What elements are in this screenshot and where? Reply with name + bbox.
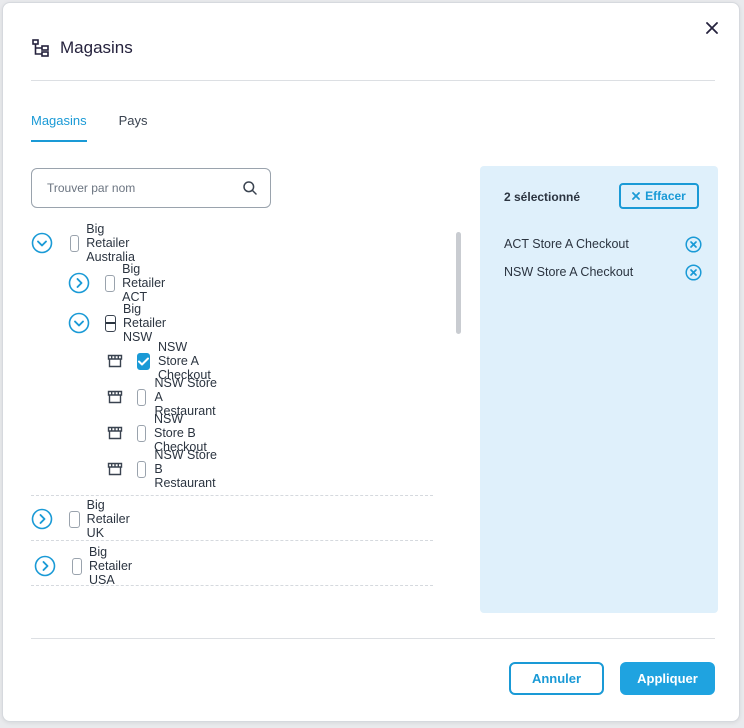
chevron-right-icon[interactable] — [34, 555, 56, 577]
store-icon — [107, 390, 123, 404]
clear-button-label: Effacer — [645, 189, 686, 203]
tree-store-label: NSW Store B Restaurant — [154, 448, 217, 490]
tree-label-uk: Big Retailer UK — [86, 498, 130, 540]
remove-circle-icon[interactable] — [685, 263, 702, 281]
checkbox-act[interactable] — [105, 274, 116, 292]
checkbox-uk[interactable] — [69, 510, 80, 528]
remove-circle-icon[interactable] — [685, 235, 702, 253]
selected-item: NSW Store A Checkout — [504, 262, 702, 282]
tree-node-uk: Big Retailer UK — [31, 498, 136, 540]
tree-divider — [31, 495, 433, 496]
chevron-right-icon[interactable] — [68, 272, 90, 294]
chevron-right-icon[interactable] — [31, 508, 53, 530]
tree-store-row: NSW Store B Checkout — [107, 412, 215, 454]
tab-bar: Magasins Pays — [31, 113, 180, 142]
chevron-down-icon[interactable] — [31, 232, 53, 254]
tree-store-row: NSW Store B Restaurant — [107, 448, 223, 490]
search-icon[interactable] — [242, 180, 258, 196]
tree-label-australia: Big Retailer Australia — [86, 222, 135, 264]
footer-divider — [31, 638, 715, 639]
check-icon — [138, 357, 149, 365]
minus-icon — [106, 322, 115, 324]
selected-item-label: ACT Store A Checkout — [504, 237, 629, 251]
cancel-button[interactable]: Annuler — [509, 662, 604, 695]
tree-label-usa: Big Retailer USA — [89, 545, 133, 587]
clear-button[interactable]: Effacer — [619, 183, 699, 209]
tab-stores[interactable]: Magasins — [31, 113, 87, 142]
tab-countries[interactable]: Pays — [119, 113, 148, 142]
dialog-header: Magasins — [31, 35, 133, 61]
selected-item-label: NSW Store A Checkout — [504, 265, 634, 279]
selection-panel: 2 sélectionné Effacer ACT Store A Checko… — [480, 166, 718, 613]
close-icon — [632, 192, 641, 200]
chevron-down-icon[interactable] — [68, 312, 90, 334]
store-picker-dialog: Magasins Magasins Pays Trouver par nom B… — [2, 2, 740, 722]
tree-divider — [31, 540, 433, 541]
checkbox-store-3[interactable] — [137, 460, 147, 478]
close-icon — [706, 22, 718, 34]
close-button[interactable] — [701, 17, 723, 39]
dialog-title: Magasins — [60, 38, 133, 57]
tree-label-act: Big Retailer ACT — [122, 262, 166, 304]
checkbox-australia[interactable] — [70, 234, 80, 252]
hierarchy-icon — [31, 38, 51, 58]
checkbox-usa[interactable] — [72, 557, 82, 575]
apply-button[interactable]: Appliquer — [620, 662, 715, 695]
checkbox-store-0[interactable] — [137, 352, 150, 370]
tree-store-row: NSW Store A Restaurant — [107, 376, 223, 418]
header-divider — [31, 80, 715, 81]
tree-node-usa: Big Retailer USA — [34, 545, 139, 587]
store-icon — [107, 462, 123, 476]
store-icon — [107, 354, 123, 368]
search-input[interactable] — [47, 181, 242, 195]
search-box — [31, 168, 271, 208]
tree-node-act: Big Retailer ACT — [68, 262, 172, 304]
checkbox-store-1[interactable] — [137, 388, 147, 406]
tree-node-nsw: Big Retailer NSW — [68, 302, 172, 344]
selected-item: ACT Store A Checkout — [504, 234, 702, 254]
tree-store-row: NSW Store A Checkout — [107, 340, 215, 382]
checkbox-nsw[interactable] — [105, 314, 116, 332]
tree-scrollbar[interactable] — [456, 232, 461, 334]
tree-divider — [31, 585, 433, 586]
tree-node-australia: Big Retailer Australia — [31, 222, 143, 264]
tree-label-nsw: Big Retailer NSW — [123, 302, 167, 344]
store-icon — [107, 426, 123, 440]
selection-count: 2 sélectionné — [504, 190, 581, 204]
checkbox-store-2[interactable] — [137, 424, 146, 442]
